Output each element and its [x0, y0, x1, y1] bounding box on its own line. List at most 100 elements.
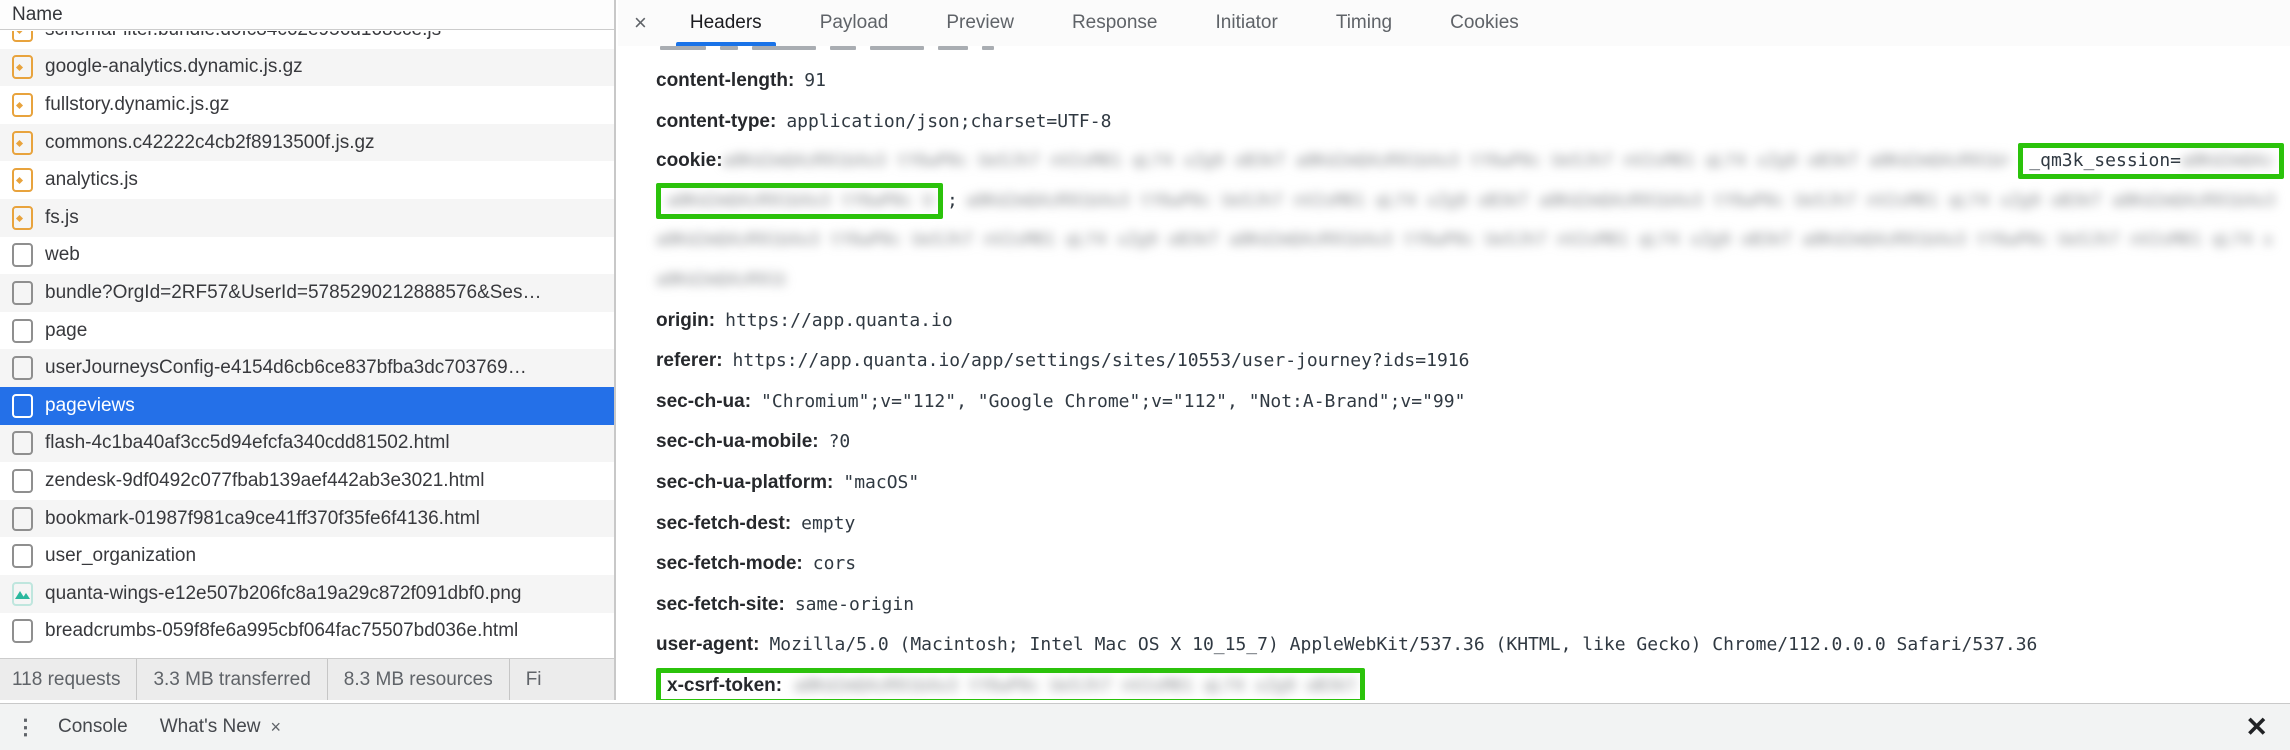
request-row[interactable]: fullstory.dynamic.js.gz — [0, 86, 614, 124]
close-whats-new-icon[interactable]: × — [270, 717, 281, 738]
request-row[interactable]: schemaFilter.bundle.d0fc84c62e956d168cce… — [0, 31, 614, 49]
script-file-icon — [12, 131, 33, 155]
devtools-window: Name schemaFilter.bundle.d0fc84c62e956d1… — [0, 0, 2290, 750]
request-label: analytics.js — [45, 169, 138, 191]
request-row-selected[interactable]: pageviews — [0, 387, 614, 425]
script-file-icon — [12, 206, 33, 230]
request-details-panel: × Headers Payload Preview Response Initiator… — [618, 0, 2290, 700]
request-label: zendesk-9df0492c077fbab139aef442ab3e3021… — [45, 470, 484, 492]
redacted-value: a8Kd2mQ4zR91bXo3 tY6wP0c Ue5Jh7 nV2sM81 … — [723, 148, 2009, 174]
header-value: empty — [801, 513, 855, 534]
header-row-x-csrf-token: x-csrf-tokena8Kd2mQ4zR91bXo3 tY6wP0c Ue5… — [656, 665, 2284, 700]
header-row: sec-fetch-dest empty — [656, 503, 2284, 544]
header-value: 91 — [804, 70, 826, 91]
request-row[interactable]: bookmark-01987f981ca9ce41ff370f35fe6f413… — [0, 500, 614, 538]
request-label: fullstory.dynamic.js.gz — [45, 94, 229, 116]
tab-preview[interactable]: Preview — [936, 0, 1024, 46]
redacted-value: a8Kd2mQ4zR91bXo3 tY6wP0c Ue5Jh7 nV2sM81 … — [667, 188, 932, 214]
tab-cookies[interactable]: Cookies — [1440, 0, 1529, 46]
header-name: referer — [656, 350, 723, 371]
request-row[interactable]: quanta-wings-e12e507b206fc8a19a29c872f09… — [0, 575, 614, 613]
header-row: sec-ch-ua-mobile ?0 — [656, 421, 2284, 462]
header-row: originhttps://app.quanta.io — [656, 300, 2284, 341]
header-row: referer https://app.quanta.io/app/setting… — [656, 340, 2284, 381]
tab-payload[interactable]: Payload — [810, 0, 899, 46]
close-drawer-icon[interactable]: ✕ — [2245, 712, 2268, 743]
cookie-value-line: a8Kd2mQ4zR91bXo3 tY6wP0c Ue5Jh7 nV2sM81 … — [656, 260, 2284, 300]
cookie-separator: ; — [947, 190, 958, 211]
header-name: sec-ch-ua — [656, 391, 751, 412]
header-name: sec-fetch-mode — [656, 553, 803, 574]
doc-file-icon — [12, 319, 33, 343]
finish-time-partial: Fi — [510, 659, 558, 700]
header-name: sec-fetch-dest — [656, 513, 791, 534]
header-row: content-typeapplication/json;charset=UTF… — [656, 101, 2284, 142]
network-summary-bar: 118 requests 3.3 MB transferred 8.3 MB r… — [0, 658, 614, 700]
tab-response[interactable]: Response — [1062, 0, 1168, 46]
request-label: user_organization — [45, 545, 196, 567]
script-file-icon — [12, 168, 33, 192]
doc-file-icon — [12, 281, 33, 305]
doc-file-icon — [12, 394, 33, 418]
header-name: content-length — [656, 70, 794, 91]
request-row[interactable]: zendesk-9df0492c077fbab139aef442ab3e3021… — [0, 462, 614, 500]
tab-timing[interactable]: Timing — [1326, 0, 1402, 46]
request-row[interactable]: google-analytics.dynamic.js.gz — [0, 49, 614, 87]
drawer-tab-whats-new[interactable]: What's New × — [144, 716, 297, 738]
script-file-icon — [12, 31, 33, 42]
header-value: cors — [813, 553, 856, 574]
request-label: breadcrumbs-059f8fe6a995cbf064fac75507bd… — [45, 620, 518, 642]
header-value: "macOS" — [843, 472, 919, 493]
header-name: origin — [656, 310, 715, 331]
request-list: schemaFilter.bundle.d0fc84c62e956d168cce… — [0, 31, 614, 658]
doc-file-icon — [12, 356, 33, 380]
header-row-cookie: cookiea8Kd2mQ4zR91bXo3 tY6wP0c Ue5Jh7 nV… — [656, 141, 2284, 181]
session-cookie-highlight-box: _qm3k_session=a8Kd2mQ4zR91bXo3 tY6wP0c U… — [2018, 143, 2284, 179]
request-row[interactable]: userJourneysConfig-e4154d6cb6ce837bfba3d… — [0, 349, 614, 387]
request-label: flash-4c1ba40af3cc5d94efcfa340cdd81502.h… — [45, 432, 450, 454]
request-row[interactable]: bundle?OrgId=2RF57&UserId=57852902128885… — [0, 274, 614, 312]
drawer-tab-console[interactable]: Console — [42, 716, 144, 738]
header-row: sec-ch-ua-platform"macOS" — [656, 462, 2284, 503]
drawer-menu-icon[interactable]: ⋮ — [8, 715, 42, 740]
redacted-value: a8Kd2mQ4zR91bXo3 tY6wP0c Ue5Jh7 nV2sM81 … — [656, 227, 2274, 253]
name-column-header[interactable]: Name — [0, 0, 614, 30]
doc-file-icon — [12, 507, 33, 531]
header-value: https://app.quanta.io/app/settings/sites… — [733, 350, 1470, 371]
doc-file-icon — [12, 544, 33, 568]
header-row: sec-fetch-sitesame-origin — [656, 584, 2284, 625]
request-row[interactable]: commons.c42222c4cb2f8913500f.js.gz — [0, 124, 614, 162]
request-row[interactable]: fs.js — [0, 199, 614, 237]
image-file-icon — [12, 582, 33, 606]
request-row[interactable]: web — [0, 237, 614, 275]
script-file-icon — [12, 55, 33, 79]
request-label: pageviews — [45, 395, 135, 417]
drawer-tab-whats-new-label: What's New — [160, 716, 261, 738]
header-name: content-type — [656, 111, 776, 132]
drawer-tab-console-label: Console — [58, 716, 128, 738]
csrf-token-highlight-box: x-csrf-tokena8Kd2mQ4zR91bXo3 tY6wP0c Ue5… — [656, 668, 1365, 700]
request-label: schemaFilter.bundle.d0fc84c62e956d168cce… — [45, 31, 441, 41]
redacted-value: a8Kd2mQ4zR91bXo3 tY6wP0c Ue5Jh7 nV2sM81 … — [2181, 148, 2273, 174]
request-row[interactable]: page — [0, 312, 614, 350]
close-details-icon[interactable]: × — [618, 0, 661, 46]
request-row[interactable]: flash-4c1ba40af3cc5d94efcfa340cdd81502.h… — [0, 425, 614, 463]
tab-initiator[interactable]: Initiator — [1206, 0, 1288, 46]
request-row[interactable]: user_organization — [0, 537, 614, 575]
request-label: userJourneysConfig-e4154d6cb6ce837bfba3d… — [45, 357, 527, 379]
request-label: commons.c42222c4cb2f8913500f.js.gz — [45, 132, 375, 154]
doc-file-icon — [12, 469, 33, 493]
header-name: cookie — [656, 150, 723, 172]
tab-headers[interactable]: Headers — [680, 0, 772, 46]
request-row[interactable]: analytics.js — [0, 161, 614, 199]
header-row: user-agentMozilla/5.0 (Macintosh; Intel … — [656, 624, 2284, 665]
transferred-size: 3.3 MB transferred — [137, 659, 327, 700]
header-row: content-length 91 — [656, 60, 2284, 101]
header-value: same-origin — [795, 594, 914, 615]
header-row: sec-ch-ua"Chromium";v="112", "Google Chr… — [656, 381, 2284, 422]
request-label: page — [45, 320, 87, 342]
request-row[interactable]: breadcrumbs-059f8fe6a995cbf064fac75507bd… — [0, 613, 614, 651]
header-value: ?0 — [829, 431, 851, 452]
header-name: sec-ch-ua-mobile — [656, 431, 819, 452]
request-label: web — [45, 244, 80, 266]
